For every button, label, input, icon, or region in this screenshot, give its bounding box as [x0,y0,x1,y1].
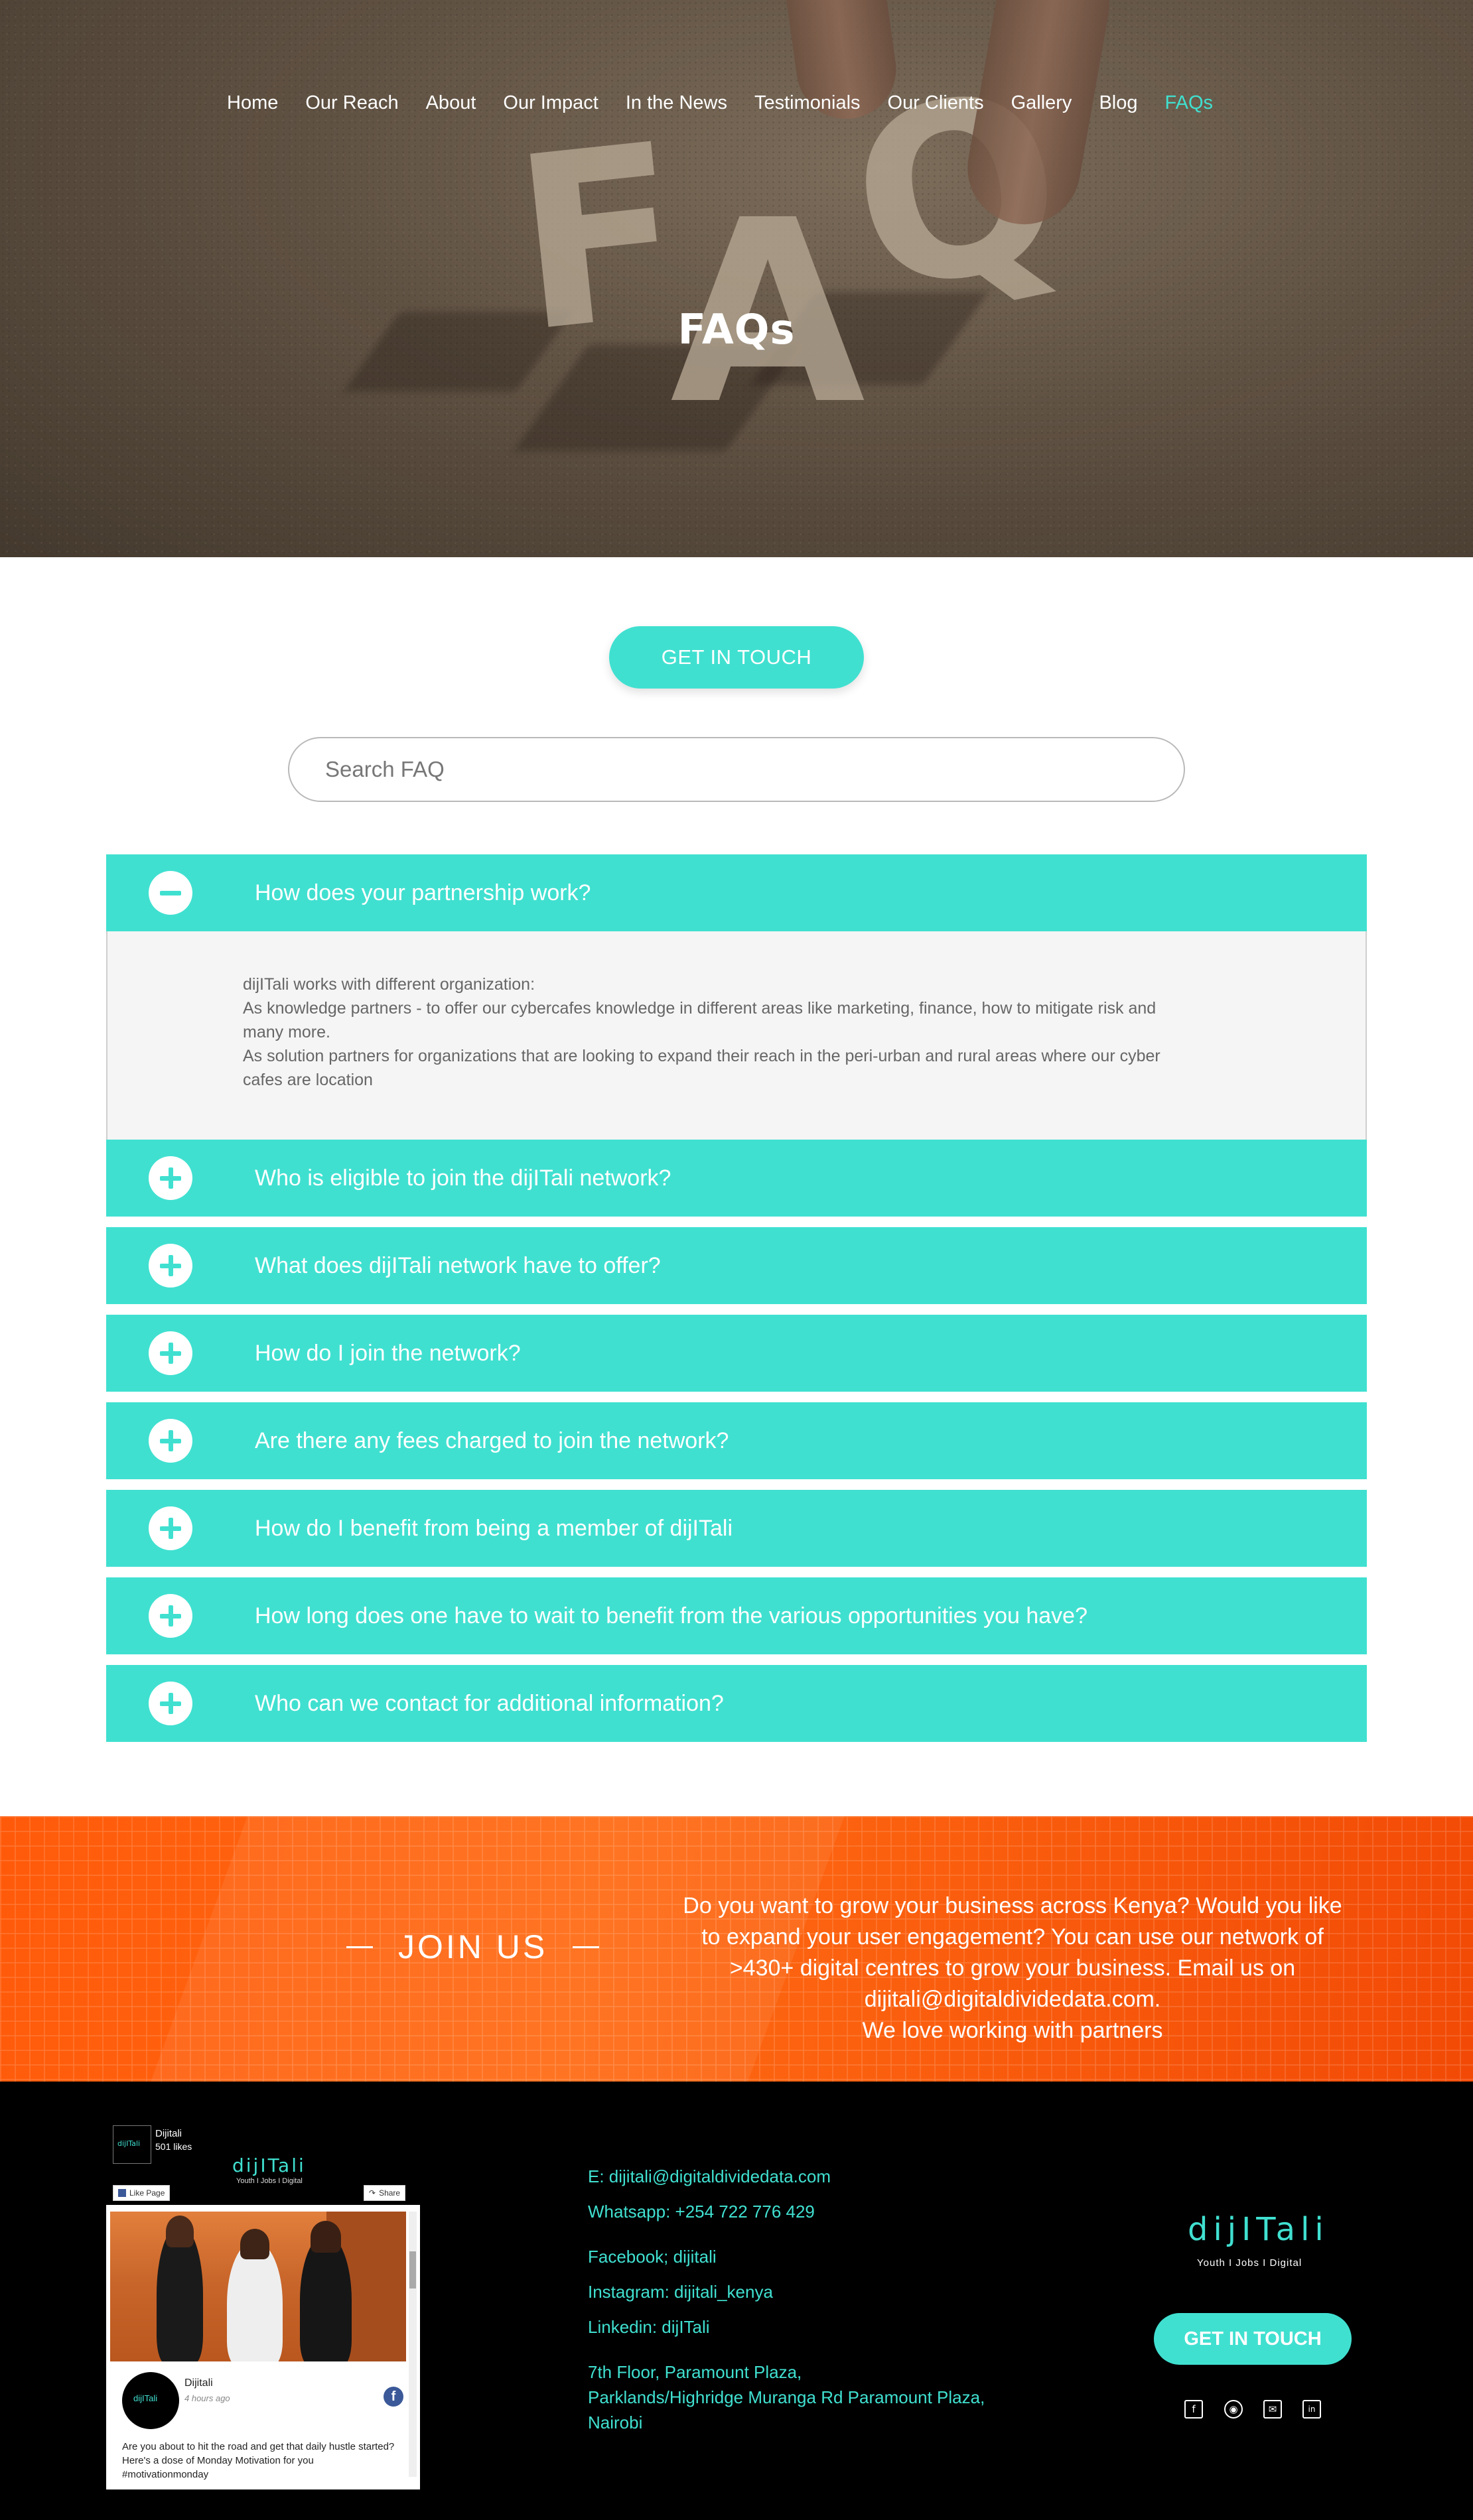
plus-icon[interactable] [149,1244,192,1288]
title-dash [573,1946,600,1948]
faq-question[interactable]: How long does one have to wait to benefi… [255,1577,1087,1654]
plus-icon[interactable] [149,1682,192,1725]
nav-home[interactable]: Home [227,92,278,114]
post-avatar[interactable]: dijITali [122,2372,179,2429]
faq-item-4[interactable]: How do I join the network? [106,1315,1367,1392]
faq-item-3[interactable]: What does dijITali network have to offer… [106,1227,1367,1304]
join-us-title: JOIN US [321,1928,624,1966]
main-nav: Home Our Reach About Our Impact In the N… [227,90,1240,116]
person [300,2234,352,2361]
contact-email[interactable]: E: dijitali@digitaldividedata.com [588,2164,831,2189]
instagram-icon[interactable]: ◉ [1224,2400,1243,2419]
join-us-text: Do you want to grow your business across… [674,1890,1351,2046]
page-avatar-text: dijITali [117,2139,141,2148]
widget-scrollbar[interactable] [409,2212,417,2477]
nav-our-clients[interactable]: Our Clients [888,92,984,114]
like-page-label: Like Page [129,2188,165,2198]
address-line: Parklands/Highridge Muranga Rd Paramount… [588,2387,985,2407]
nav-testimonials[interactable]: Testimonials [754,92,861,114]
contact-whatsapp[interactable]: Whatsapp: +254 722 776 429 [588,2199,815,2224]
email-icon[interactable]: ✉ [1263,2400,1282,2419]
nav-our-reach[interactable]: Our Reach [305,92,398,114]
person [311,2221,341,2253]
nav-about[interactable]: About [426,92,476,114]
nav-faqs[interactable]: FAQs [1164,92,1213,114]
share-button[interactable]: ↷ Share [364,2185,406,2201]
plus-icon[interactable] [149,1331,192,1375]
faq-question[interactable]: Are there any fees charged to join the n… [255,1402,729,1479]
nav-gallery[interactable]: Gallery [1011,92,1072,114]
faq-question[interactable]: How do I join the network? [255,1315,521,1392]
faq-question[interactable]: Who can we contact for additional inform… [255,1665,724,1742]
nav-in-the-news[interactable]: In the News [626,92,727,114]
nav-our-impact[interactable]: Our Impact [503,92,598,114]
faq-item-2[interactable]: Who is eligible to join the dijITali net… [106,1140,1367,1217]
faq-answer-text: dijITali works with different organizati… [243,972,1172,1092]
share-label: Share [379,2188,401,2198]
facebook-icon[interactable]: f [1184,2400,1203,2419]
person [166,2216,194,2247]
post-avatar-text: dijITali [133,2393,158,2403]
faq-answer-line: dijITali works with different organizati… [243,975,535,994]
page-likes: 501 likes [155,2141,192,2152]
faq-item-5[interactable]: Are there any fees charged to join the n… [106,1402,1367,1479]
facebook-page-widget[interactable]: dijITali Dijitali 501 likes dijITali You… [106,2116,420,2489]
address-line: 7th Floor, Paramount Plaza, [588,2362,802,2382]
linkedin-icon[interactable]: in [1302,2400,1321,2419]
post-author[interactable]: Dijitali [184,2377,213,2389]
join-us-label: JOIN US [398,1928,548,1965]
faq-item-8[interactable]: Who can we contact for additional inform… [106,1665,1367,1742]
minus-icon[interactable] [149,871,192,915]
faq-question[interactable]: How do I benefit from being a member of … [255,1490,733,1567]
join-line: >430+ digital centres to grow your busin… [729,1956,1296,1981]
faq-item-7[interactable]: How long does one have to wait to benefi… [106,1577,1367,1654]
plus-icon[interactable] [149,1594,192,1638]
faq-item-6[interactable]: How do I benefit from being a member of … [106,1490,1367,1567]
contact-facebook[interactable]: Facebook; dijitali [588,2244,717,2269]
join-line: to expand your user engagement? You can … [701,1924,1324,1950]
title-dash [346,1946,373,1948]
faq-question[interactable]: Who is eligible to join the dijITali net… [255,1140,671,1217]
nav-blog[interactable]: Blog [1099,92,1137,114]
person [240,2229,269,2259]
facebook-icon[interactable]: f [384,2387,403,2407]
hero-banner: F A Q Home Our Reach About Our Impact In… [0,0,1473,557]
cover-brand: dijITali [232,2155,306,2176]
plus-icon[interactable] [149,1156,192,1200]
cover-tagline: Youth I Jobs I Digital [236,2177,303,2185]
contact-instagram[interactable]: Instagram: dijitali_kenya [588,2279,773,2304]
address-line: Nairobi [588,2413,643,2432]
scrollbar-thumb[interactable] [409,2251,416,2288]
page-avatar[interactable]: dijITali [113,2125,151,2164]
faq-answer-line: As solution partners for organizations t… [243,1047,1160,1089]
like-page-button[interactable]: Like Page [113,2185,171,2201]
faq-item-1[interactable]: How does your partnership work? [106,854,1367,931]
facebook-cover: dijITali Dijitali 501 likes dijITali You… [106,2116,420,2205]
faq-answer-line: As knowledge partners - to offer our cyb… [243,999,1157,1041]
search-faq-input[interactable] [288,737,1185,802]
faq-question[interactable]: How does your partnership work? [255,854,591,931]
faq-answer: dijITali works with different organizati… [106,931,1367,1141]
plus-icon[interactable] [149,1506,192,1550]
page-name[interactable]: Dijitali [155,2128,182,2139]
join-line: dijitali@digitaldividedata.com. [864,1987,1161,2012]
post-text: Are you about to hit the road and get th… [122,2441,395,2480]
post-photo[interactable] [110,2212,406,2361]
join-us-section: JOIN US Do you want to grow your busines… [0,1816,1473,2082]
footer-logo-tagline: Youth I Jobs I Digital [1197,2257,1302,2269]
footer-logo[interactable]: dijITali [1188,2211,1329,2248]
contact-linkedin[interactable]: Linkedin: dijITali [588,2314,710,2340]
get-in-touch-button[interactable]: GET IN TOUCH [609,626,864,689]
faq-question[interactable]: What does dijITali network have to offer… [255,1227,661,1304]
post-time[interactable]: 4 hours ago [184,2393,230,2403]
share-icon: ↷ [369,2188,376,2198]
footer-get-in-touch-button[interactable]: GET IN TOUCH [1154,2313,1352,2365]
contact-address: 7th Floor, Paramount Plaza, Parklands/Hi… [588,2359,985,2435]
join-line: Do you want to grow your business across… [683,1893,1342,1918]
facebook-icon [118,2189,126,2197]
plus-icon[interactable] [149,1419,192,1463]
hero-overlay [0,0,1473,557]
page-title: FAQs [677,305,796,354]
join-line: We love working with partners [862,2018,1163,2043]
